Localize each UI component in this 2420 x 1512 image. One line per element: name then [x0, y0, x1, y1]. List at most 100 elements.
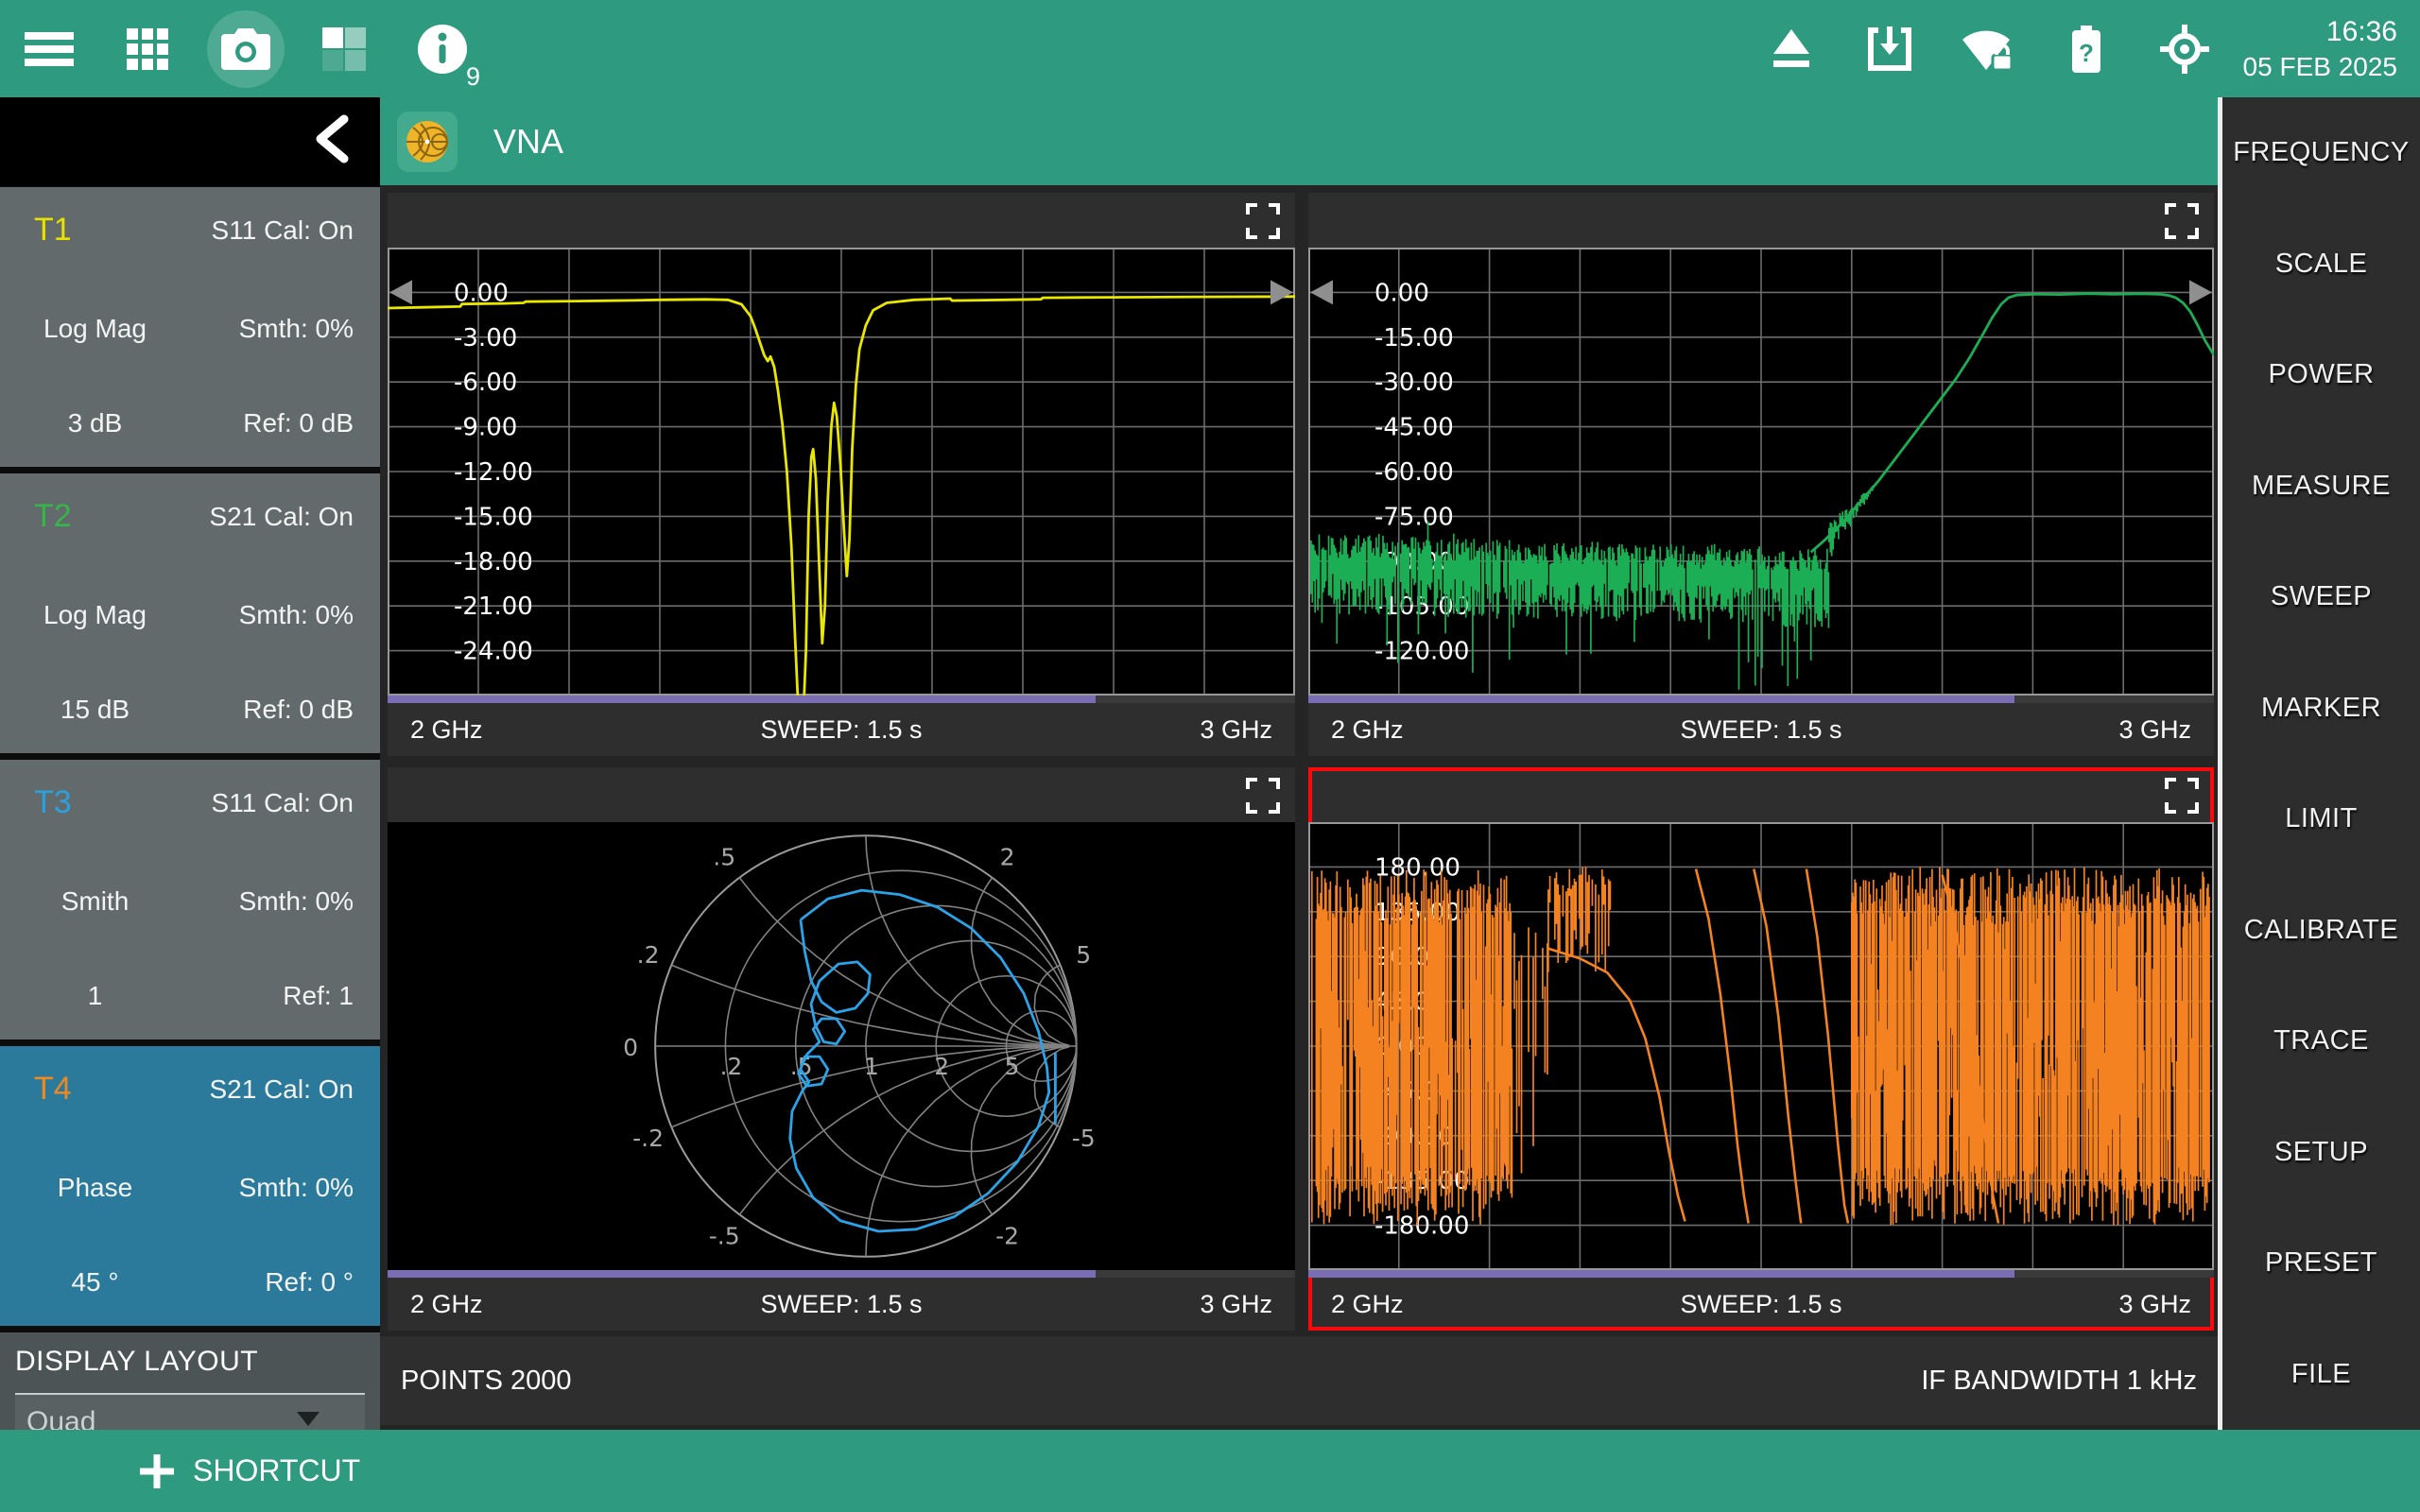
sweep-progress-track: [1308, 1270, 2214, 1278]
sweep-progress-fill: [388, 1270, 1096, 1278]
plot-area[interactable]: 0.00-3.00-6.00-9.00-12.00-15.00-18.00-21…: [388, 248, 1295, 696]
y-axis-tick: 180.00: [1374, 853, 1461, 882]
menu-item-sweep[interactable]: SWEEP: [2222, 541, 2420, 653]
sweep-time-label: SWEEP: 1.5 s: [1680, 1290, 1841, 1319]
svg-text:?: ?: [2079, 39, 2094, 67]
y-axis-tick: -120.00: [1374, 638, 1469, 666]
main-menu: FREQUENCYSCALEPOWERMEASURESWEEPMARKERLIM…: [2222, 97, 2420, 1430]
vna-app-icon: [397, 112, 458, 172]
info-icon: [417, 24, 468, 75]
menu-item-power[interactable]: POWER: [2222, 319, 2420, 431]
chart-panel-t2-logmag[interactable]: 0.00-15.00-30.00-45.00-60.00-75.00-90.00…: [1308, 193, 2214, 756]
trace-id: T4: [0, 1071, 190, 1108]
save-screen-button[interactable]: [1841, 0, 1939, 97]
y-axis-tick: 0.00: [1374, 279, 1429, 307]
svg-text:1: 1: [864, 1053, 879, 1080]
chart-panel-header: [1308, 767, 2214, 822]
menu-item-calibrate[interactable]: CALIBRATE: [2222, 875, 2420, 987]
chart-footer: 2 GHzSWEEP: 1.5 s3 GHz: [388, 1278, 1295, 1331]
menu-button[interactable]: [0, 0, 98, 97]
sweep-time-label: SWEEP: 1.5 s: [760, 715, 922, 745]
shortcut-bar: SHORTCUT: [0, 1430, 2420, 1512]
trace-scale: 1: [0, 981, 190, 1011]
y-axis-tick: -45.00: [1374, 414, 1454, 442]
ifbw-status: IF BANDWIDTH 1 kHz: [1921, 1366, 2197, 1397]
trace-smoothing: Smth: 0%: [190, 600, 380, 630]
menu-item-setup[interactable]: SETUP: [2222, 1097, 2420, 1209]
chart-panel-t1-logmag[interactable]: 0.00-3.00-6.00-9.00-12.00-15.00-18.00-21…: [388, 193, 1295, 756]
trace-panel-t1[interactable]: T1S11 Cal: OnLog MagSmth: 0%3 dBRef: 0 d…: [0, 187, 380, 467]
y-axis-tick: -18.00: [454, 548, 533, 576]
svg-text:0: 0: [623, 1034, 638, 1061]
display-layout-value: Quad: [26, 1406, 95, 1430]
app-title: VNA: [493, 122, 563, 162]
battery-button[interactable]: ?: [2037, 0, 2135, 97]
menu-item-trace[interactable]: TRACE: [2222, 986, 2420, 1097]
plot-area[interactable]: .2-.2.5-.51-12-25-50.2.5125: [388, 822, 1295, 1270]
trace-panel-t4[interactable]: T4S21 Cal: OnPhaseSmth: 0%45 °Ref: 0 °: [0, 1046, 380, 1326]
trace-scale: 15 dB: [0, 695, 190, 725]
y-axis-tick: -12.00: [454, 458, 533, 487]
x-start-label: 2 GHz: [410, 715, 483, 745]
menu-item-limit[interactable]: LIMIT: [2222, 764, 2420, 875]
menu-item-scale[interactable]: SCALE: [2222, 209, 2420, 320]
menu-item-file[interactable]: FILE: [2222, 1319, 2420, 1431]
fullscreen-button[interactable]: [1240, 777, 1282, 815]
trace-panel-t3[interactable]: T3S11 Cal: OnSmithSmth: 0%1Ref: 1: [0, 760, 380, 1040]
menu-item-measure[interactable]: MEASURE: [2222, 431, 2420, 542]
plot-area[interactable]: 0.00-15.00-30.00-45.00-60.00-75.00-90.00…: [1308, 248, 2214, 696]
trace-panel-t2[interactable]: T2S21 Cal: OnLog MagSmth: 0%15 dBRef: 0 …: [0, 473, 380, 753]
chart-footer: 2 GHzSWEEP: 1.5 s3 GHz: [1308, 1278, 2214, 1331]
trace-format: Phase: [0, 1173, 190, 1203]
apps-grid-button[interactable]: [98, 0, 197, 97]
chart-panel-t3-smith[interactable]: .2-.2.5-.51-12-25-50.2.51252 GHzSWEEP: 1…: [388, 767, 1295, 1331]
y-axis-tick: -24.00: [454, 638, 533, 666]
y-axis-tick: -60.00: [1374, 458, 1454, 487]
fullscreen-button[interactable]: [2159, 202, 2201, 240]
fullscreen-button[interactable]: [2159, 777, 2201, 815]
add-shortcut-button[interactable]: SHORTCUT: [132, 1452, 366, 1491]
plot-area[interactable]: 180.00135.0090.0045.000.00-45.00-90.00-1…: [1308, 822, 2214, 1270]
chevron-left-icon: [312, 114, 352, 163]
sidebar-collapse-button[interactable]: [308, 111, 355, 167]
wifi-button[interactable]: [1939, 0, 2037, 97]
y-axis-tick: -30.00: [1374, 369, 1454, 397]
shortcut-label: SHORTCUT: [193, 1453, 360, 1488]
svg-text:.2: .2: [719, 1053, 742, 1080]
y-axis-tick: -75.00: [1374, 503, 1454, 531]
plus-icon: [138, 1452, 176, 1490]
menu-item-marker[interactable]: MARKER: [2222, 653, 2420, 765]
camera-icon: [221, 28, 270, 70]
sweep-progress-fill: [388, 696, 1096, 703]
trace-scale: 45 °: [0, 1267, 190, 1297]
svg-text:2: 2: [1000, 843, 1015, 870]
display-layout-label: DISPLAY LAYOUT: [15, 1346, 365, 1378]
info-badge: 9: [466, 62, 480, 92]
time: 16:36: [2243, 14, 2397, 50]
vna-app-screen: 9: [0, 0, 2420, 1512]
x-stop-label: 3 GHz: [1200, 715, 1272, 745]
screenshot-button[interactable]: [197, 0, 295, 97]
apps-grid-icon: [127, 28, 168, 70]
fullscreen-button[interactable]: [1240, 202, 1282, 240]
gps-button[interactable]: [2135, 0, 2234, 97]
wifi-lock-icon: [1962, 26, 2014, 72]
trace-format: Smith: [0, 886, 190, 917]
y-axis-tick: -6.00: [454, 369, 517, 397]
chart-panel-t4-phase-selected[interactable]: 180.00135.0090.0045.000.00-45.00-90.00-1…: [1308, 767, 2214, 1331]
display-layout-button[interactable]: [295, 0, 393, 97]
x-stop-label: 3 GHz: [2118, 715, 2191, 745]
trace-id: T1: [0, 212, 190, 249]
display-layout-section: DISPLAY LAYOUT Quad: [0, 1332, 380, 1430]
info-button[interactable]: 9: [393, 0, 492, 97]
chart-panel-header: [388, 193, 1295, 248]
points-status: POINTS 2000: [401, 1366, 572, 1397]
y-axis-tick: -15.00: [454, 503, 533, 531]
eject-button[interactable]: [1742, 0, 1841, 97]
trace-sidebar: T1S11 Cal: OnLog MagSmth: 0%3 dBRef: 0 d…: [0, 97, 380, 1430]
measurement-status-bar: POINTS 2000 IF BANDWIDTH 1 kHz: [380, 1336, 2218, 1425]
menu-item-preset[interactable]: PRESET: [2222, 1208, 2420, 1319]
menu-item-frequency[interactable]: FREQUENCY: [2222, 97, 2420, 209]
chart-panel-header: [388, 767, 1295, 822]
display-layout-dropdown[interactable]: Quad: [15, 1393, 365, 1430]
